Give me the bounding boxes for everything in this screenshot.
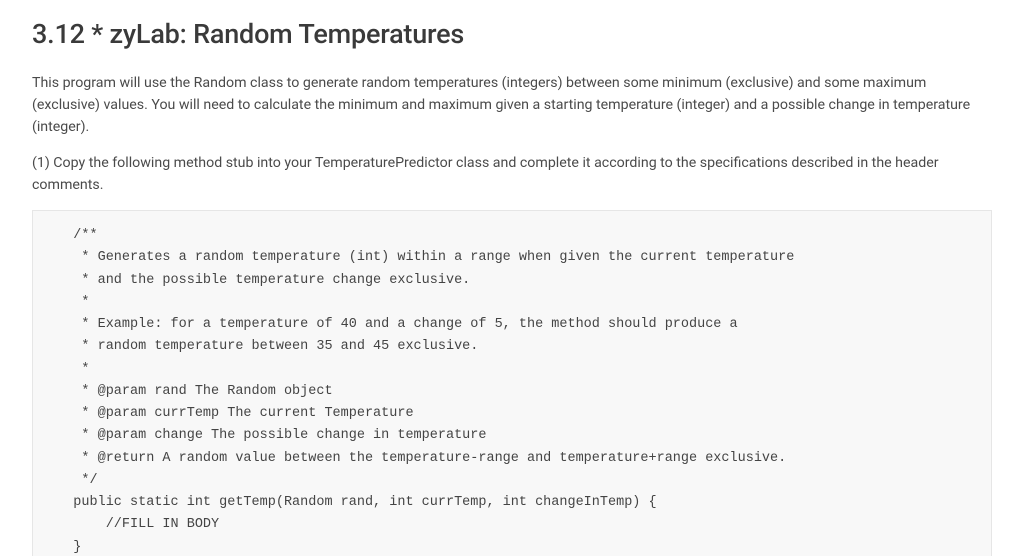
step-1-paragraph: (1) Copy the following method stub into … (32, 152, 992, 196)
code-block: /** * Generates a random temperature (in… (32, 210, 992, 556)
intro-paragraph: This program will use the Random class t… (32, 72, 992, 138)
page-container: 3.12 * zyLab: Random Temperatures This p… (0, 0, 1024, 556)
page-title: 3.12 * zyLab: Random Temperatures (32, 18, 992, 50)
